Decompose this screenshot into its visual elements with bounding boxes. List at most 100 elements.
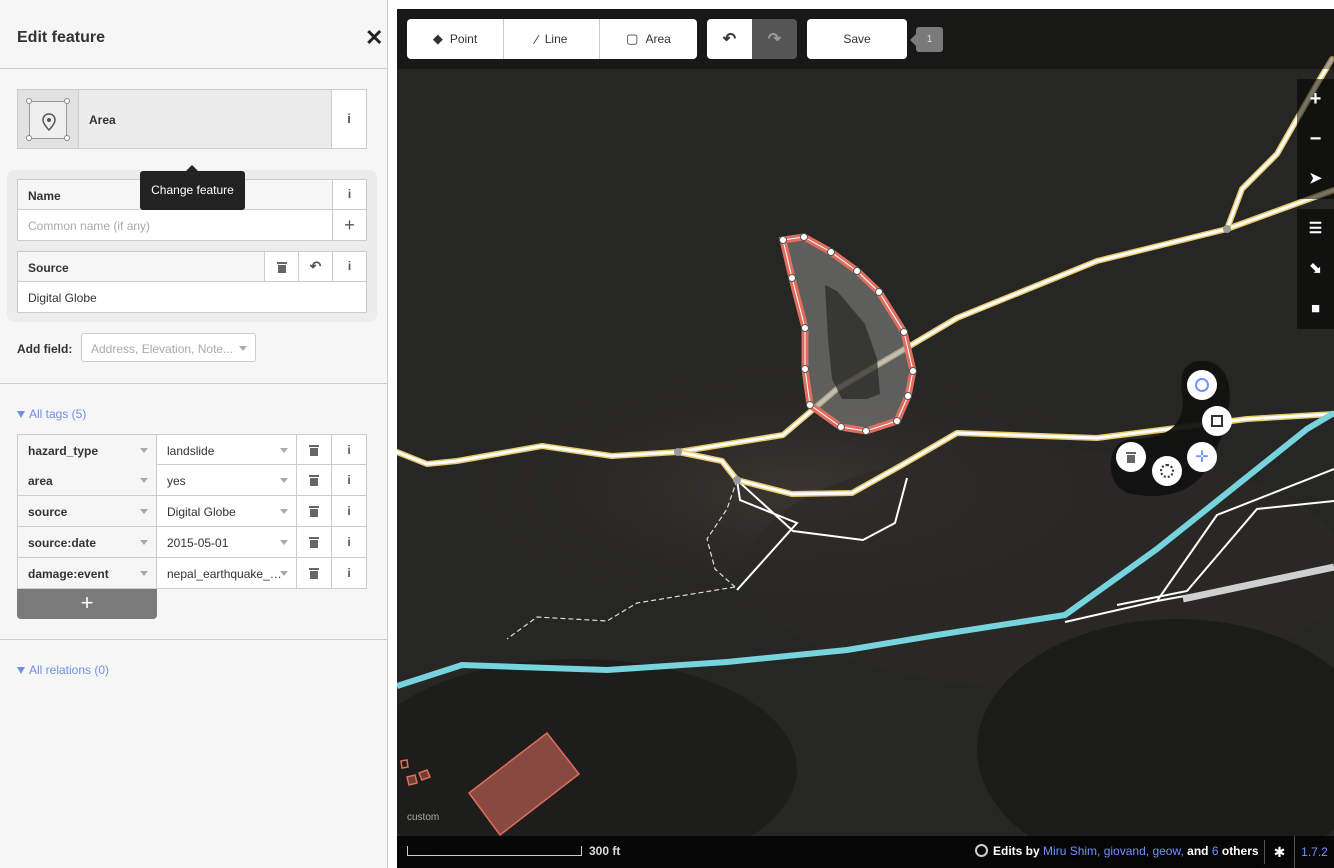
tag-info-button[interactable]: i (332, 496, 366, 526)
all-tags-toggle[interactable]: All tags (5) (17, 407, 86, 421)
tag-delete-button[interactable] (297, 527, 332, 557)
tag-delete-button[interactable] (297, 465, 332, 495)
source-delete-button[interactable] (264, 252, 298, 281)
help-button[interactable]: ■ (1297, 289, 1334, 329)
bug-report-icon[interactable]: ✱ (1264, 840, 1294, 864)
name-input[interactable]: Common name (if any) + (17, 210, 367, 241)
tag-value-input[interactable]: yes (157, 465, 297, 495)
all-relations-label: All relations (0) (29, 663, 110, 677)
zoom-out-button[interactable]: − (1297, 119, 1334, 159)
tag-editor: hazard_type landslide i area yes i sourc… (17, 434, 367, 589)
chevron-down-icon (140, 509, 148, 514)
map-panel-controls: ☰ ⬊ ■ (1297, 209, 1334, 329)
area-preset-icon (18, 90, 79, 148)
zoom-in-button[interactable]: + (1297, 79, 1334, 119)
source-field: Source ↶ i Digital Globe (17, 251, 367, 313)
triangle-down-icon (17, 667, 25, 674)
source-revert-button[interactable]: ↶ (298, 252, 332, 281)
source-field-info-button[interactable]: i (332, 252, 366, 281)
chevron-down-icon (140, 478, 148, 483)
tag-delete-button[interactable] (297, 496, 332, 526)
add-line-button[interactable]: ∕ Line (504, 19, 600, 59)
undo-icon: ↶ (722, 31, 737, 48)
preset-info-button[interactable]: i (331, 90, 366, 148)
add-tag-button[interactable]: + (17, 589, 157, 619)
move-button[interactable]: ✛ (1187, 442, 1217, 472)
contributor-link[interactable]: Miru Shim, (1043, 844, 1100, 858)
chevron-down-icon (280, 478, 288, 483)
tag-value-input[interactable]: Digital Globe (157, 496, 297, 526)
redo-button[interactable]: ↷ (752, 19, 797, 59)
name-field-info-button[interactable]: i (332, 180, 366, 209)
map-footer: 300 ft Edits by Miru Shim, giovand, geow… (397, 836, 1334, 868)
change-feature-tooltip: Change feature (140, 165, 245, 210)
add-area-button[interactable]: ▢ Area (600, 19, 697, 59)
preset-selector[interactable]: Area i (17, 89, 367, 149)
tag-info-button[interactable]: i (332, 465, 366, 495)
version-link[interactable]: 1.7.2 (1294, 836, 1334, 868)
zoom-controls: + − ➤ (1297, 79, 1334, 199)
circle-dot-icon (1195, 378, 1209, 392)
globe-icon (975, 844, 988, 857)
book-icon: ■ (1310, 300, 1321, 317)
sidebar: Edit feature ✕ Area i Change feature Nam… (0, 0, 388, 868)
all-relations-toggle[interactable]: All relations (0) (17, 663, 109, 677)
contributors-attribution: Edits by Miru Shim, giovand, geow, and 6… (975, 844, 1259, 858)
tag-info-button[interactable]: i (332, 527, 366, 557)
undo-icon: ↶ (309, 258, 322, 274)
contributor-link[interactable]: geow, (1152, 844, 1183, 858)
add-point-button[interactable]: ◆ Point (407, 19, 504, 59)
trash-icon (276, 262, 287, 273)
add-mode-buttons: ◆ Point ∕ Line ▢ Area (407, 19, 697, 59)
tag-key-input[interactable]: hazard_type (18, 435, 157, 465)
undo-redo-group: ↶ ↷ (707, 19, 797, 59)
map-canvas[interactable] (397, 9, 1334, 868)
chevron-down-icon (140, 448, 148, 453)
tag-row: source:date 2015-05-01 i (17, 527, 367, 558)
others-link[interactable]: 6 (1212, 844, 1219, 858)
add-name-button[interactable]: + (332, 210, 366, 240)
preset-name: Area (89, 113, 116, 127)
background-layers-button[interactable]: ☰ (1297, 209, 1334, 249)
map-data-button[interactable]: ⬊ (1297, 249, 1334, 289)
tag-key-input[interactable]: damage:event (18, 558, 157, 588)
chevron-down-icon (239, 346, 247, 351)
tag-delete-button[interactable] (297, 435, 332, 465)
square-button[interactable] (1202, 406, 1232, 436)
chevron-down-icon (280, 571, 288, 576)
tag-key-input[interactable]: source (18, 496, 157, 526)
tag-delete-button[interactable] (297, 558, 332, 588)
tag-key-input[interactable]: source:date (18, 527, 157, 557)
trash-icon (309, 445, 319, 456)
line-icon: ∕ (535, 31, 538, 47)
tag-row: area yes i (17, 465, 367, 496)
undo-button[interactable]: ↶ (707, 19, 752, 59)
redo-icon: ↷ (767, 31, 782, 48)
add-field-combo[interactable]: Address, Elevation, Note... (81, 333, 256, 362)
contributor-link[interactable]: giovand, (1104, 844, 1149, 858)
imagery-label: custom (407, 812, 440, 823)
close-icon[interactable]: ✕ (365, 27, 389, 52)
trash-icon (309, 475, 319, 486)
circle-dotted-icon (1160, 464, 1174, 478)
circularize-button[interactable] (1152, 456, 1182, 486)
tag-value-input[interactable]: landslide (157, 435, 297, 465)
tag-value-input[interactable]: nepal_earthquake_2015 (157, 558, 297, 588)
chevron-down-icon (140, 540, 148, 545)
geolocate-button[interactable]: ➤ (1297, 159, 1334, 199)
tag-info-button[interactable]: i (332, 435, 366, 465)
delete-feature-button[interactable] (1116, 442, 1146, 472)
tag-info-button[interactable]: i (332, 558, 366, 588)
save-button[interactable]: Save (807, 19, 907, 59)
source-input[interactable]: Digital Globe (17, 282, 367, 313)
continue-button[interactable] (1187, 370, 1217, 400)
tag-value-input[interactable]: 2015-05-01 (157, 527, 297, 557)
chevron-down-icon (140, 571, 148, 576)
square-corners-icon (1211, 415, 1223, 427)
map-imagery (397, 9, 1334, 868)
trash-icon (309, 568, 319, 579)
tag-key-input[interactable]: area (18, 465, 157, 495)
tag-row: source Digital Globe i (17, 496, 367, 527)
move-icon: ✛ (1195, 449, 1209, 466)
sidebar-title: Edit feature (17, 29, 106, 46)
